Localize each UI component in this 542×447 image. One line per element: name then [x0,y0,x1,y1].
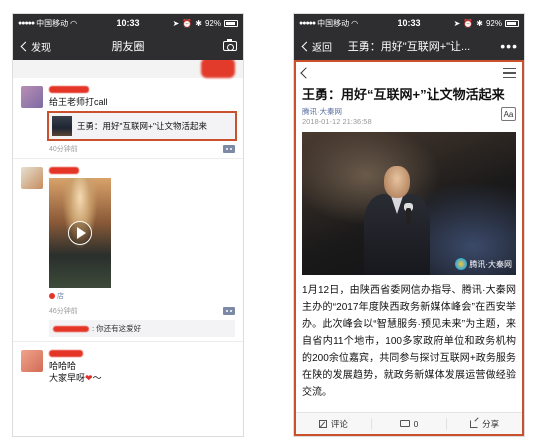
comment-row[interactable]: : 你还有这爱好 [49,320,235,337]
comment-more-button[interactable] [223,145,235,153]
avatar[interactable] [21,167,43,189]
comment-label: 评论 [330,418,348,429]
comment-text: : 你还有这爱好 [92,324,142,333]
nav-bar: 发现 朋友圈 [13,32,243,60]
redacted-commenter [53,325,89,332]
post-text: 给王老师打call [49,97,108,107]
article-toolbar [296,62,522,84]
moments-screen: ●●●●● 中国移动 ◠ 10:33 ➤ ⏰ ✱ 92% 发现 朋友圈 给王老师… [13,14,243,436]
share-label: 分享 [482,418,500,429]
article-date: 2018-01-12 21:36:58 [302,117,372,126]
redacted-username[interactable] [49,86,89,93]
play-icon [68,221,92,245]
signal-icon: ●●●●● [299,19,316,27]
camera-button[interactable] [223,38,237,51]
bluetooth-icon: ✱ [476,18,483,28]
more-button[interactable]: ••• [500,38,518,54]
battery-percent: 92% [485,18,502,28]
moments-feed[interactable]: 给王老师打call 王勇：用好"互联网+"让文物活起来 40分钟前 店 46分钟… [13,60,243,436]
back-label: 返回 [312,42,332,54]
article-thumbnail [52,116,72,136]
signal-icon: ●●●●● [18,19,35,27]
article-back-arrow-icon[interactable] [300,67,312,79]
article-source[interactable]: 腾讯·大秦网 [302,107,372,117]
watermark-text: 腾讯·大秦网 [469,259,512,269]
redacted-location [49,293,55,299]
back-label: 发现 [31,42,51,54]
pencil-icon [318,419,327,428]
camera-icon [223,38,237,51]
comment-count-button[interactable]: 0 [372,417,448,430]
location-text: 店 [57,293,64,300]
wifi-icon: ◠ [351,18,359,28]
tencent-logo-icon [455,258,468,270]
moment-post: 哈哈哈 大家早呀❤～ [13,342,243,388]
page-title: 朋友圈 [111,41,145,53]
heart-emoji-icon: ❤ [85,373,93,383]
video-thumbnail[interactable] [49,178,111,288]
speaker-head [384,166,410,198]
avatar[interactable] [21,350,43,372]
post-text: 哈哈哈 [49,361,77,371]
moment-post: 店 46分钟前 : 你还有这爱好 [13,159,243,342]
alarm-icon: ⏰ [182,18,193,28]
avatar[interactable] [21,86,43,108]
font-size-button[interactable]: Aa [501,107,516,121]
carrier-label: 中国移动 [36,18,69,28]
photo-watermark: 腾讯·大秦网 [455,258,512,270]
wifi-icon: ◠ [70,18,78,28]
post-text-suffix: ～ [92,373,102,383]
page-title: 王勇：用好"互联网+"让... [347,41,471,53]
article-screen: ●●●●● 中国移动 ◠ 10:33 ➤ ⏰ ✱ 92% 返回 王勇：用好"互联… [294,14,524,436]
battery-icon [505,19,519,27]
cover-image [13,60,243,78]
redacted-username[interactable] [49,167,79,174]
battery-icon [224,19,238,27]
shared-article-title: 王勇：用好"互联网+"让文物活起来 [77,121,208,131]
post-text-line2: 大家早呀❤～ [49,372,235,384]
chevron-left-icon [301,41,312,51]
comment-count: 0 [413,418,419,429]
shared-article-card[interactable]: 王勇：用好"互联网+"让文物活起来 [47,111,237,141]
microphone-handle [406,208,411,224]
bluetooth-icon: ✱ [195,18,202,28]
comment-more-button[interactable] [223,307,235,315]
article-content[interactable]: 王勇：用好“互联网+”让文物活起来 腾讯·大秦网 2018-01-12 21:3… [294,60,524,436]
post-text-main: 大家早呀 [49,373,86,383]
nav-bar: 返回 王勇：用好"互联网+"让... ••• [294,32,524,60]
chevron-left-icon [20,41,31,51]
speech-bubble-icon [399,420,410,427]
redacted-avatar [201,60,235,78]
location-icon: ➤ [172,18,180,28]
article-body: 1月12日，由陕西省委网信办指导、腾讯·大秦网主办的“2017年度陕西政务新媒体… [302,285,516,398]
alarm-icon: ⏰ [463,18,474,28]
status-bar: ●●●●● 中国移动 ◠ 10:33 ➤ ⏰ ✱ 92% [13,14,243,32]
article-photo[interactable]: 腾讯·大秦网 [302,132,516,275]
status-bar: ●●●●● 中国移动 ◠ 10:33 ➤ ⏰ ✱ 92% [294,14,524,32]
share-icon [470,419,479,428]
carrier-label: 中国移动 [317,18,350,28]
location-icon: ➤ [453,18,461,28]
post-time: 46分钟前 [49,308,78,315]
post-location[interactable]: 店 [49,291,235,301]
hamburger-menu-icon[interactable] [503,65,516,81]
article-footer-bar: 评论 0 分享 [296,412,522,434]
back-button[interactable]: 发现 [19,39,51,54]
share-button[interactable]: 分享 [447,418,522,430]
battery-percent: 92% [204,18,221,28]
comment-button[interactable]: 评论 [296,417,372,430]
article-headline: 王勇：用好“互联网+”让文物活起来 [302,87,505,102]
more-icon: ••• [500,38,518,54]
moment-post: 给王老师打call 王勇：用好"互联网+"让文物活起来 40分钟前 [13,78,243,159]
back-button[interactable]: 返回 [300,39,332,54]
redacted-username[interactable] [49,350,83,357]
post-time: 40分钟前 [49,146,78,153]
